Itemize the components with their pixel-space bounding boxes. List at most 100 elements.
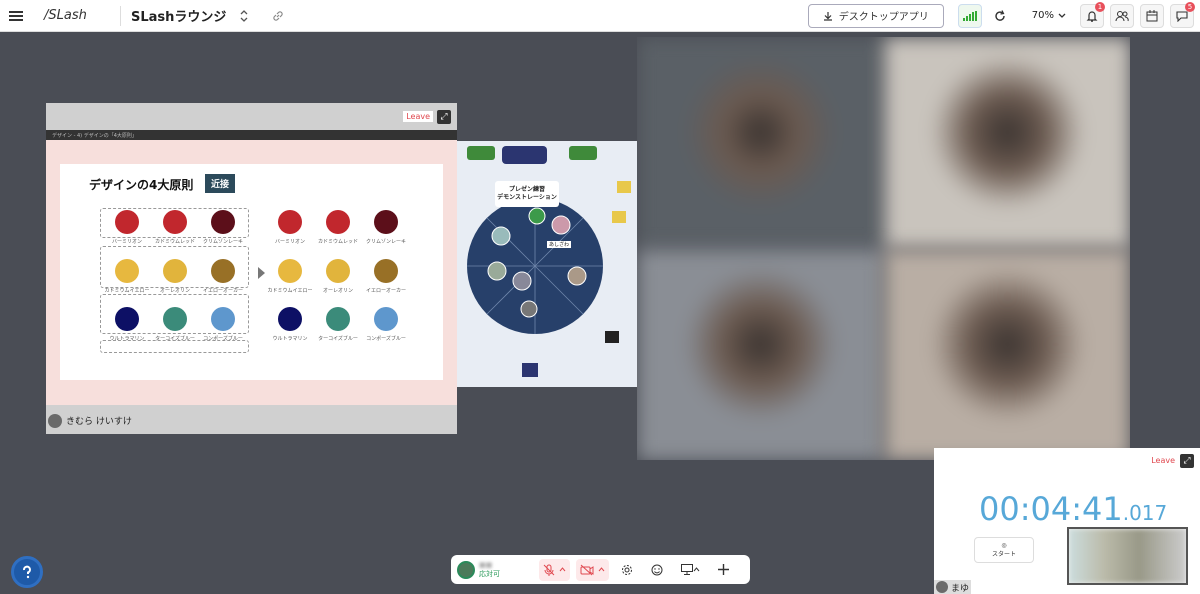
- color-label: ターコイズブルー: [155, 336, 195, 342]
- share-header: Leave ⤢: [46, 103, 457, 130]
- desktop-app-button[interactable]: デスクトップアプリ: [807, 3, 944, 28]
- color-swatch: [374, 210, 398, 234]
- room-switch-icon[interactable]: [230, 2, 258, 30]
- expand-icon[interactable]: ⤢: [1180, 454, 1194, 468]
- chevron-up-icon[interactable]: [598, 567, 605, 572]
- add-button[interactable]: [711, 559, 735, 581]
- avatar: [936, 581, 948, 593]
- color-label: クリムゾンレーキ: [202, 239, 244, 245]
- desk-icon: [612, 211, 626, 223]
- color-swatch: [374, 307, 398, 331]
- refresh-button[interactable]: [987, 3, 1012, 28]
- timer-owner: まゆ: [934, 580, 972, 594]
- connection-button[interactable]: [957, 3, 982, 28]
- user-label: あしざわ: [547, 241, 572, 248]
- color-swatch: [163, 307, 187, 331]
- leave-button[interactable]: Leave: [403, 111, 433, 122]
- help-button[interactable]: [11, 556, 43, 588]
- user-avatar: [491, 226, 511, 246]
- color-swatch: [211, 259, 235, 283]
- screen-share-panel: Leave ⤢ デザイン - 4) デザインの「4大原則」 デザインの4大原則 …: [46, 103, 457, 434]
- calendar-icon: [1146, 9, 1158, 21]
- video-tile[interactable]: [884, 37, 1130, 249]
- notifications-button[interactable]: 1: [1080, 1, 1105, 28]
- menu-icon[interactable]: [2, 2, 30, 30]
- browser-bar: デザイン - 4) デザインの「4大原則」: [46, 130, 457, 140]
- slide-area: デザインの4大原則 近接 バーミリオン カドミウムレッド クリムゾンレーキ カドミウム…: [46, 140, 457, 405]
- virtual-office-map[interactable]: プレゼン練習 デモンストレーション あしざわ: [457, 141, 637, 387]
- timer-panel: Leave ⤢ 00:04:41.017 ◎ スタート まゆ: [934, 448, 1200, 594]
- color-label: クリムゾンレーキ: [365, 239, 407, 245]
- camera-toggle[interactable]: [576, 558, 609, 581]
- plant-icon: [467, 146, 495, 160]
- play-icon: ◎: [1001, 542, 1007, 549]
- share-owner-name: きむら けいすけ: [66, 417, 132, 427]
- members-button[interactable]: [1110, 3, 1134, 28]
- slide-title: デザインの4大原則: [89, 178, 194, 192]
- settings-button[interactable]: [615, 559, 639, 581]
- color-swatch: [326, 259, 350, 283]
- screen-share-button[interactable]: [675, 559, 705, 581]
- slide: デザインの4大原則 近接 バーミリオン カドミウムレッド クリムゾンレーキ カドミウム…: [60, 164, 443, 380]
- room-name[interactable]: SLashラウンジ: [131, 6, 226, 25]
- notification-badge: 1: [1095, 1, 1105, 12]
- sofa-icon: [502, 146, 547, 164]
- zoom-control[interactable]: 70%: [1032, 10, 1066, 21]
- mic-off-icon: [543, 564, 555, 576]
- calendar-button[interactable]: [1140, 3, 1164, 28]
- refresh-icon: [995, 9, 1005, 21]
- video-preview[interactable]: [1067, 527, 1188, 585]
- color-swatch: [163, 210, 187, 234]
- color-label: バーミリオン: [274, 239, 306, 245]
- color-label: イエローオーカー: [366, 288, 406, 294]
- video-grid: [637, 37, 1130, 460]
- start-label: スタート: [991, 551, 1016, 558]
- color-label: カドミウムイエロー: [267, 288, 313, 294]
- expand-icon[interactable]: ⤢: [437, 109, 451, 124]
- chair-icon: [522, 363, 538, 377]
- video-tile[interactable]: [637, 249, 884, 460]
- chat-button[interactable]: 5: [1170, 1, 1195, 28]
- mic-toggle[interactable]: [539, 558, 570, 581]
- color-swatch: [278, 307, 302, 331]
- color-label: コンポーズブルー: [366, 336, 406, 342]
- bottom-toolbar: ■■ 応対可: [451, 555, 750, 584]
- users-icon: [1115, 10, 1129, 21]
- my-name: ■■: [479, 560, 493, 569]
- color-swatch: [163, 259, 187, 283]
- color-swatch: [115, 210, 139, 234]
- timer-owner-name: まゆ: [951, 583, 970, 594]
- timer-main: 00:04:41: [979, 490, 1123, 528]
- video-tile[interactable]: [884, 249, 1130, 460]
- color-swatch: [326, 307, 350, 331]
- plant-icon: [569, 146, 597, 160]
- bell-icon: [1086, 10, 1098, 22]
- timer-leave-button[interactable]: Leave: [1148, 455, 1178, 466]
- user-avatar: [520, 300, 538, 318]
- chevron-up-icon[interactable]: [559, 567, 566, 572]
- app-logo[interactable]: /SLash: [44, 8, 110, 23]
- timer-ms: .017: [1122, 501, 1168, 525]
- color-label: カドミウムイエロー: [104, 288, 150, 294]
- color-swatch: [278, 210, 302, 234]
- user-avatar: [567, 266, 587, 286]
- avatar: [48, 413, 62, 428]
- emoji-button[interactable]: [645, 559, 669, 581]
- desk-icon: [617, 181, 631, 193]
- color-swatch: [211, 307, 235, 331]
- area-title: プレゼン練習 デモンストレーション: [497, 186, 557, 201]
- video-tile[interactable]: [637, 37, 884, 249]
- color-swatch: [211, 210, 235, 234]
- my-status[interactable]: ■■ 応対可: [457, 560, 533, 579]
- divider: [120, 5, 121, 26]
- slide-tag: 近接: [205, 174, 236, 193]
- smile-icon: [651, 564, 663, 575]
- link-icon[interactable]: [264, 2, 292, 30]
- chevron-down-icon: [1058, 13, 1066, 18]
- camera-off-icon: [580, 564, 594, 575]
- chat-icon: [1176, 10, 1188, 22]
- color-swatch: [374, 259, 398, 283]
- start-button[interactable]: ◎ スタート: [974, 537, 1034, 563]
- signal-icon: [962, 10, 977, 21]
- user-avatar: [551, 215, 571, 235]
